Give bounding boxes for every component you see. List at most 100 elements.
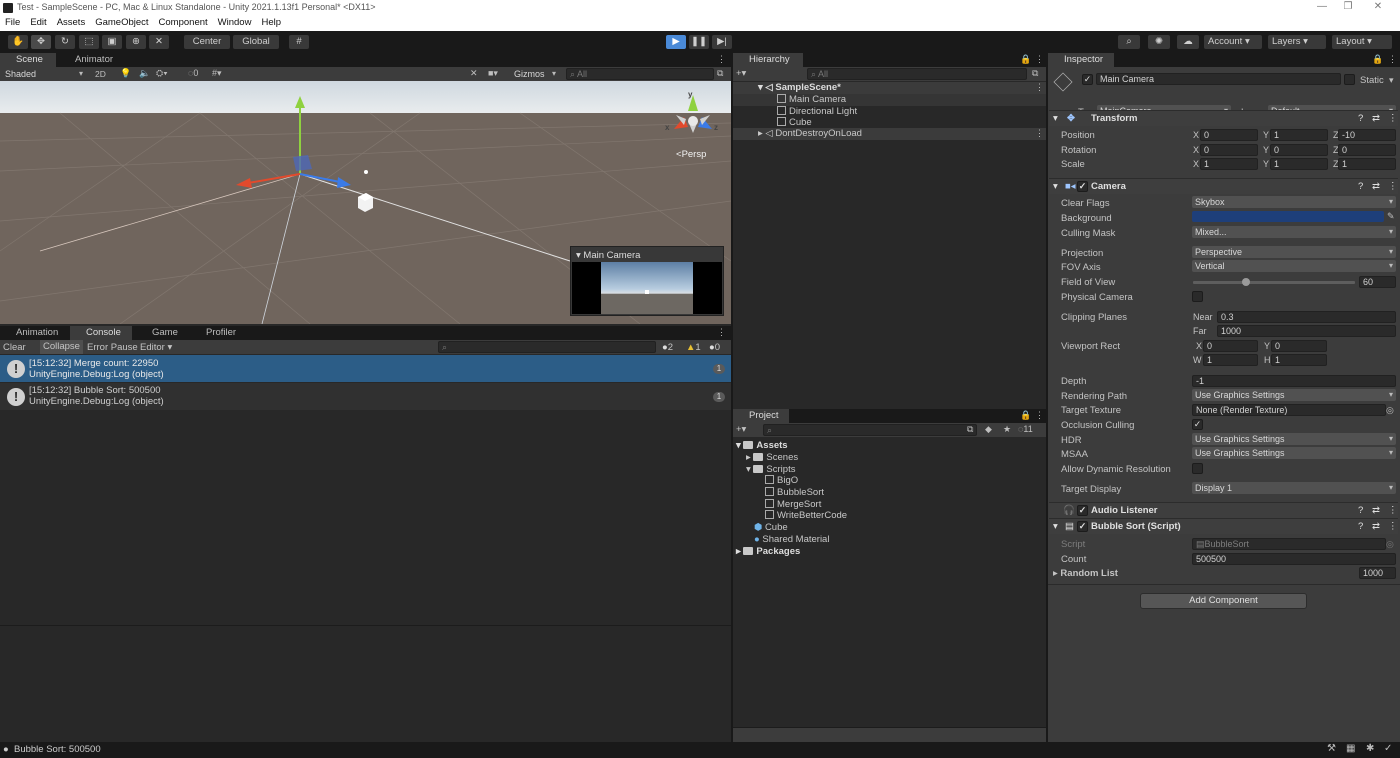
culling-mask-dropdown[interactable]: Mixed... [1192,226,1396,238]
layout-dropdown[interactable]: Layout ▾ [1332,35,1392,49]
hierarchy-item-cube[interactable]: Cube [777,117,812,128]
scene-viewport[interactable]: y x z <Persp ▾ Main Camera [0,81,731,324]
preset-icon[interactable]: ⇄ [1372,181,1380,192]
log-entry[interactable]: ! [15:12:32] Bubble Sort: 500500 UnityEn… [0,383,731,410]
custom-tool-icon[interactable]: ✕ [149,35,169,49]
tab-project[interactable]: Project [733,409,789,423]
tab-game[interactable]: Game [136,326,188,340]
scale-y-field[interactable]: 1 [1270,158,1328,170]
project-script-item[interactable]: MergeSort [765,499,821,510]
editor-dropdown[interactable]: Editor ▾ [140,342,172,353]
hand-tool-icon[interactable]: ✋ [8,35,28,49]
rotation-y-field[interactable]: 0 [1270,144,1328,156]
cache-icon[interactable]: ▦ [1346,743,1355,754]
help-icon[interactable]: ? [1358,505,1363,516]
project-lock-icon[interactable]: 🔒 [1020,410,1031,421]
menu-edit[interactable]: Edit [25,16,51,28]
tab-inspector[interactable]: Inspector [1048,53,1114,67]
bubble-sort-enabled-checkbox[interactable]: ✓ [1077,521,1088,532]
pause-button[interactable]: ❚❚ [689,35,709,49]
help-icon[interactable]: ? [1358,113,1363,124]
inspector-menu-icon[interactable]: ⋮ [1388,54,1397,65]
favorites-icon[interactable]: ★ [1003,424,1011,435]
menu-window[interactable]: Window [213,16,257,28]
object-name-field[interactable]: Main Camera [1096,73,1341,85]
project-create-icon[interactable]: +▾ [736,424,746,435]
console-detail-pane[interactable] [0,625,731,742]
warning-filter-toggle[interactable]: ▲1 [686,342,701,353]
search-by-label-icon[interactable]: ◆ [985,424,992,435]
static-checkbox[interactable] [1344,74,1355,85]
error-pause-toggle[interactable]: Error Pause [87,342,138,353]
fov-axis-dropdown[interactable]: Vertical [1192,260,1396,272]
tools-icon[interactable]: ✕ [470,68,478,79]
search-by-type-icon[interactable]: ⧉ [967,424,973,435]
ddol-menu-icon[interactable]: ⋮ [1035,128,1044,139]
fov-slider-track[interactable] [1193,281,1355,284]
project-search-input[interactable]: ⌕ [763,424,977,436]
error-filter-toggle[interactable]: ●0 [709,342,720,353]
project-script-item[interactable]: BigO [765,475,798,486]
audio-listener-enabled-checkbox[interactable]: ✓ [1077,505,1088,516]
position-x-field[interactable]: 0 [1200,129,1258,141]
audio-listener-header[interactable]: 🎧 ✓ Audio Listener ? ⇄ ⋮ [1049,502,1398,518]
menu-gameobject[interactable]: GameObject [90,16,153,28]
viewport-w-field[interactable]: 1 [1203,354,1258,366]
grid-icon[interactable]: #▾ [212,68,222,79]
inspector-lock-icon[interactable]: 🔒 [1372,54,1383,65]
hierarchy-filter-icon[interactable]: ⧉ [1032,68,1038,79]
target-texture-field[interactable]: None (Render Texture) [1192,404,1386,416]
viewport-h-field[interactable]: 1 [1271,354,1327,366]
console-menu-icon[interactable]: ⋮ [717,327,726,338]
log-entry[interactable]: ! [15:12:32] Merge count: 22950 UnityEng… [0,355,731,382]
scene-root[interactable]: ▾ ◁ SampleScene* [758,82,841,93]
position-y-field[interactable]: 1 [1270,129,1328,141]
projection-dropdown[interactable]: Perspective [1192,246,1396,258]
clear-button[interactable]: Clear [3,342,26,353]
scale-tool-icon[interactable]: ⬚ [79,35,99,49]
background-color-swatch[interactable] [1192,211,1384,222]
tab-animation[interactable]: Animation [0,326,68,340]
fov-field[interactable]: 60 [1359,276,1396,288]
console-search-input[interactable]: ⌕ [438,341,656,353]
project-script-item[interactable]: BubbleSort [765,487,824,498]
component-menu-icon[interactable]: ⋮ [1388,113,1398,124]
play-button[interactable]: ▶ [666,35,686,49]
rotate-tool-icon[interactable]: ↻ [55,35,75,49]
step-button[interactable]: ▶| [712,35,732,49]
project-folder-scenes[interactable]: ▸ Scenes [746,452,798,463]
tab-profiler[interactable]: Profiler [190,326,250,340]
bubble-sort-header[interactable]: ▾ ▤ ✓ Bubble Sort (Script) ? ⇄ ⋮ [1049,518,1398,534]
random-list-size-field[interactable]: 1000 [1359,567,1396,579]
hierarchy-menu-icon[interactable]: ⋮ [1035,54,1044,65]
scene-menu-icon[interactable]: ⋮ [1035,82,1044,93]
add-component-button[interactable]: Add Component [1140,593,1307,609]
close-button[interactable]: ✕ [1362,0,1394,16]
clear-flags-dropdown[interactable]: Skybox [1192,196,1396,208]
account-dropdown[interactable]: Account ▾ [1204,35,1262,49]
scale-z-field[interactable]: 1 [1338,158,1396,170]
object-picker-icon[interactable]: ◎ [1386,405,1394,416]
scene-search-input[interactable]: ⌕ All [566,68,714,80]
cloud-icon[interactable]: ☁ [1177,35,1199,49]
layers-dropdown[interactable]: Layers ▾ [1268,35,1326,49]
menu-assets[interactable]: Assets [52,16,91,28]
rendering-path-dropdown[interactable]: Use Graphics Settings [1192,389,1396,401]
hdr-dropdown[interactable]: Use Graphics Settings [1192,433,1396,445]
rect-tool-icon[interactable]: ▣ [102,35,122,49]
tab-console[interactable]: Console [70,326,132,340]
hidden-packages-icon[interactable]: ◌11 [1018,424,1033,434]
dynamic-resolution-checkbox[interactable] [1192,463,1203,474]
gizmos-dropdown[interactable]: Gizmos [511,68,559,80]
project-folder-packages[interactable]: ▸ Packages [736,546,800,557]
panel-menu-icon[interactable]: ⋮ [717,54,726,65]
progress-icon[interactable]: ⚒ [1327,743,1336,754]
menu-help[interactable]: Help [256,16,286,28]
eyedropper-icon[interactable]: ✎ [1387,211,1395,222]
camera-header[interactable]: ▾ ■◂ ✓ Camera ? ⇄ ⋮ [1049,178,1398,194]
maximize-icon[interactable]: ⧉ [717,68,723,79]
projection-label[interactable]: <Persp [676,149,706,160]
transform-header[interactable]: ▾ ✥ Transform ? ⇄ ⋮ [1049,110,1398,126]
component-menu-icon[interactable]: ⋮ [1388,521,1398,532]
collab-icon[interactable]: ✺ [1148,35,1170,49]
